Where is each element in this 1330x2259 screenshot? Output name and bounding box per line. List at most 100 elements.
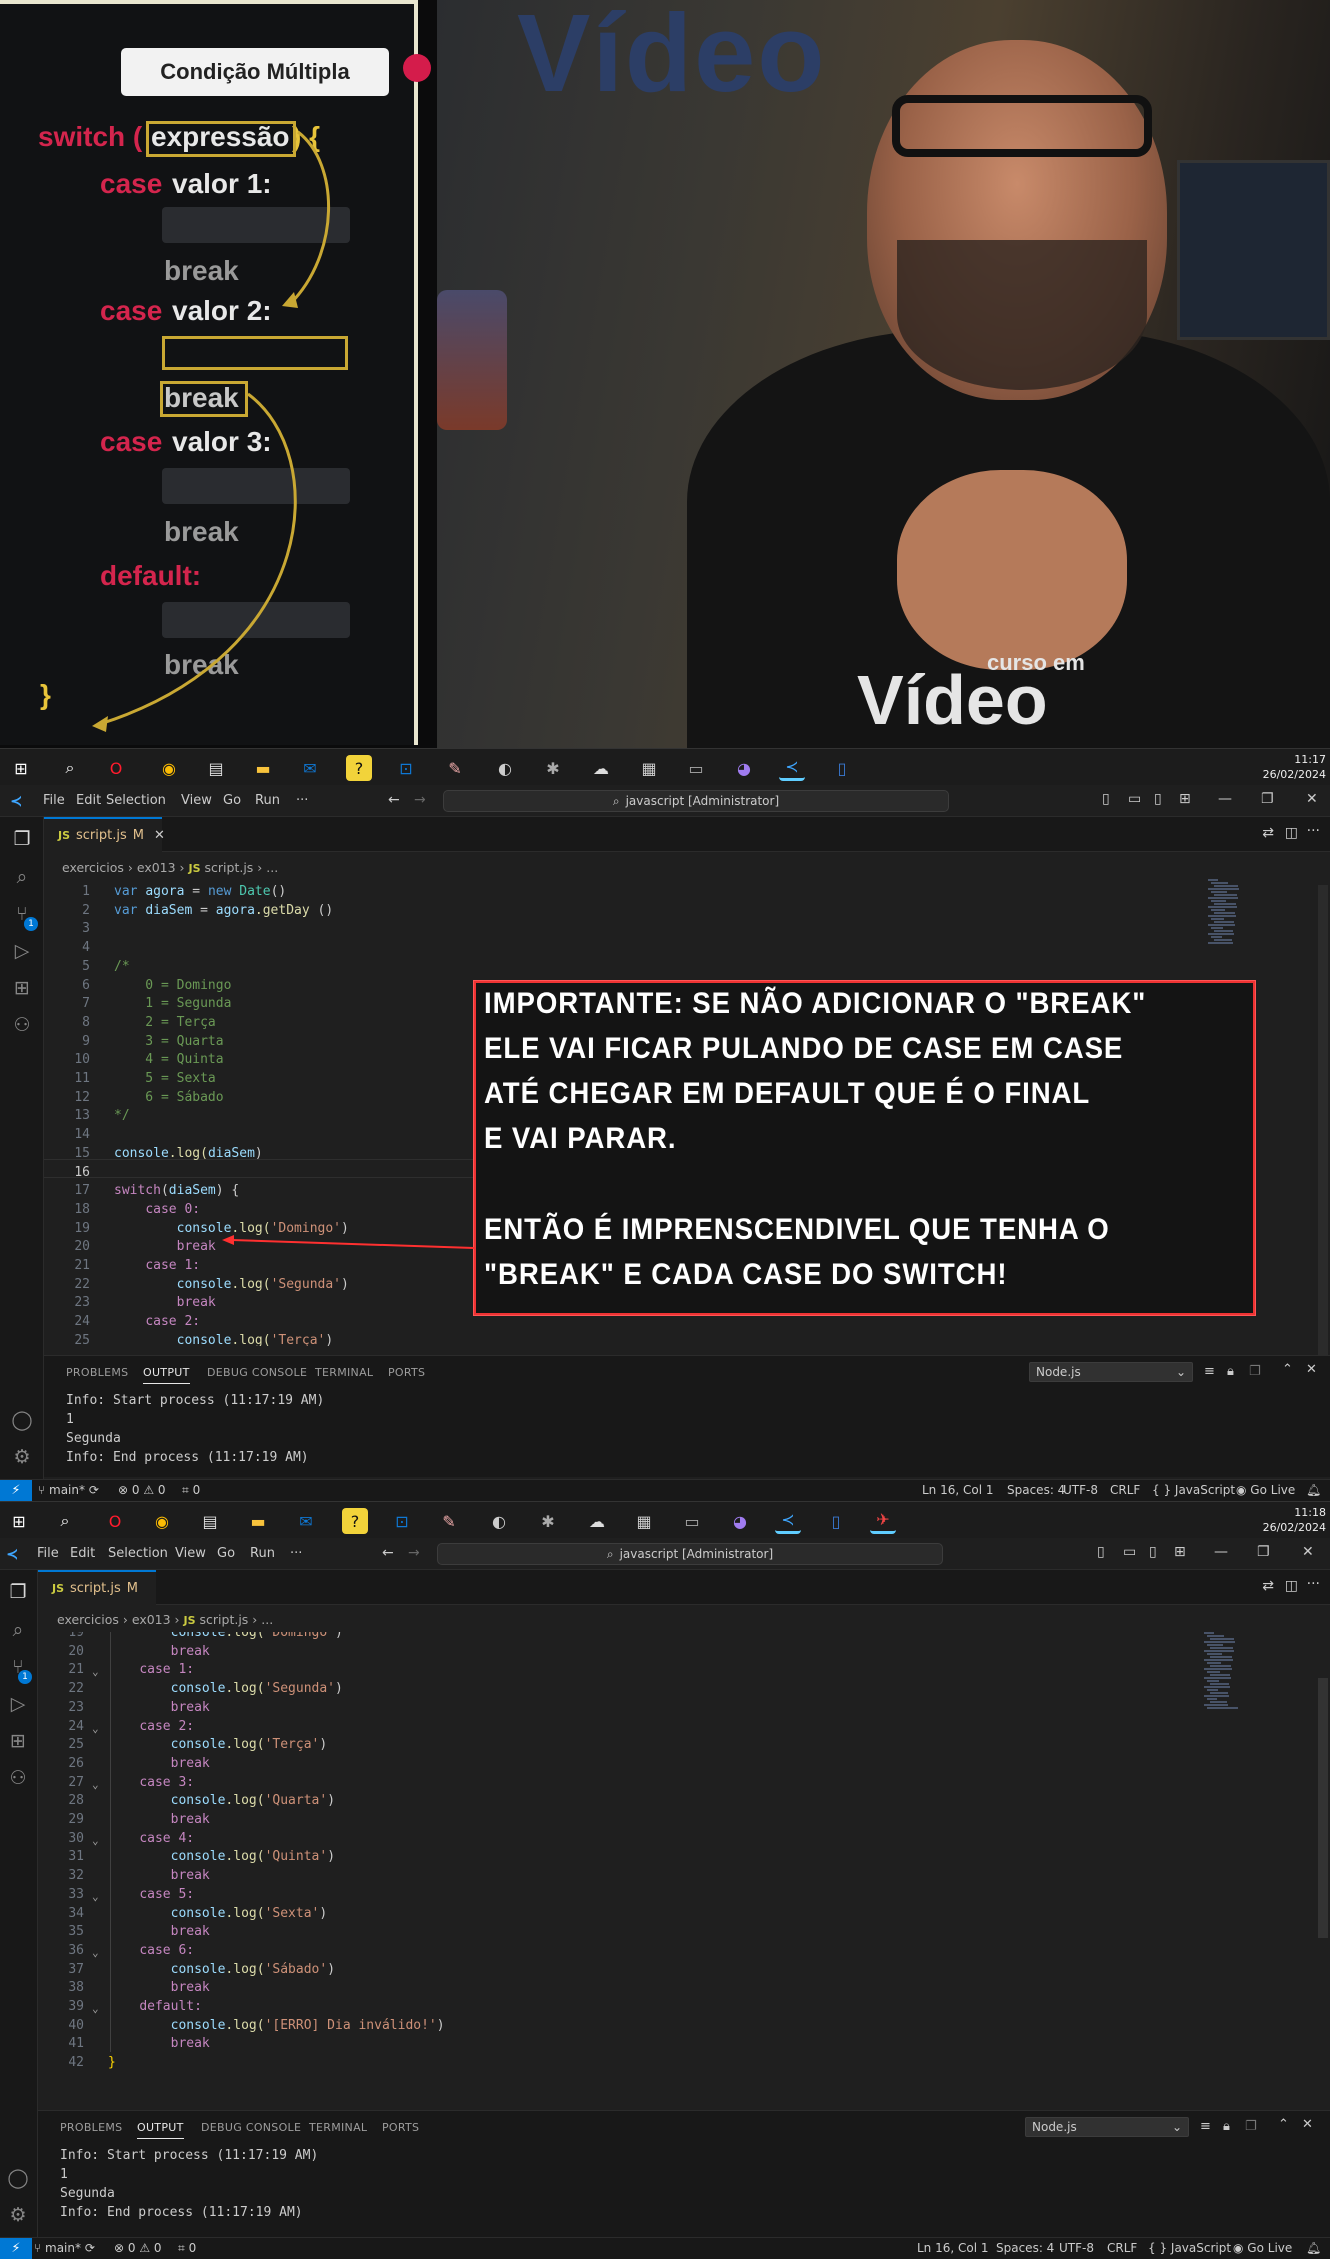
toggle-secondary-sidebar-icon[interactable]: ▯ xyxy=(1154,791,1162,807)
output-channel-select[interactable]: Node.js ⌄ xyxy=(1025,2117,1189,2137)
menu-more[interactable]: ··· xyxy=(290,1546,302,1561)
nav-forward-icon[interactable]: → xyxy=(408,1545,420,1561)
extensions-icon[interactable]: ⊞ xyxy=(6,1729,30,1753)
menu-selection[interactable]: Selection xyxy=(106,793,166,808)
more-actions-icon[interactable]: ··· xyxy=(1307,823,1320,839)
taskbar-app-icon[interactable]: ▤ xyxy=(203,755,229,781)
panel-tab-debug-console[interactable]: DEBUG CONSOLE xyxy=(201,2121,301,2134)
close-panel-icon[interactable]: ✕ xyxy=(1302,2117,1313,2132)
cursor-position[interactable]: Ln 16, Col 1 xyxy=(917,2241,989,2255)
toggle-panel-icon[interactable]: ▭ xyxy=(1123,1544,1136,1560)
go-live-button[interactable]: ◉ Go Live xyxy=(1233,2241,1292,2255)
menu-run[interactable]: Run xyxy=(255,793,280,808)
taskbar-folder-icon[interactable]: ▬ xyxy=(250,755,276,781)
close-window-button[interactable]: ✕ xyxy=(1306,791,1318,807)
taskbar-chrome-icon[interactable]: ◉ xyxy=(156,755,182,781)
taskbar-document-icon[interactable]: ▯ xyxy=(829,755,855,781)
eol-status[interactable]: CRLF xyxy=(1107,2241,1137,2255)
remote-explorer-icon[interactable]: ⚇ xyxy=(10,1013,34,1037)
ports-status[interactable]: ⌗ 0 xyxy=(182,1483,200,1498)
notifications-bell-icon[interactable]: 🔔︎ xyxy=(1306,1483,1321,1497)
tab-script-js[interactable]: JS script.js M ✕ xyxy=(44,817,165,852)
maximize-panel-icon[interactable]: ⌃ xyxy=(1278,2117,1289,2132)
toggle-sidebar-icon[interactable]: ▯ xyxy=(1102,791,1110,807)
restore-button[interactable]: ❐ xyxy=(1257,1544,1270,1560)
remote-indicator-icon[interactable]: ⚡ xyxy=(0,1480,32,1502)
compare-changes-icon[interactable]: ⇄ xyxy=(1262,1578,1274,1594)
split-editor-icon[interactable]: ◫ xyxy=(1285,1578,1298,1594)
lock-scroll-icon[interactable]: 🔒︎ xyxy=(1227,1364,1234,1379)
taskbar-chrome-icon[interactable]: ◉ xyxy=(149,1508,175,1534)
output-channel-select[interactable]: Node.js ⌄ xyxy=(1029,1362,1193,1382)
eol-status[interactable]: CRLF xyxy=(1110,1483,1140,1497)
search-icon[interactable]: ⌕ xyxy=(10,865,34,889)
notifications-bell-icon[interactable]: 🔔︎ xyxy=(1306,2241,1321,2255)
split-editor-icon[interactable]: ◫ xyxy=(1285,825,1298,841)
taskbar-store-icon[interactable]: ⊡ xyxy=(389,1508,415,1534)
breadcrumb-folder[interactable]: exercicios xyxy=(62,860,124,875)
menu-more[interactable]: ··· xyxy=(296,793,308,808)
taskbar-start-icon[interactable]: ⊞ xyxy=(6,1508,32,1534)
fold-chevron-icon[interactable]: ⌄ xyxy=(92,1720,106,1739)
nav-forward-icon[interactable]: → xyxy=(414,792,426,808)
compare-changes-icon[interactable]: ⇄ xyxy=(1262,825,1274,841)
editor-scrollbar[interactable] xyxy=(1318,885,1328,1355)
encoding-status[interactable]: UTF-8 xyxy=(1063,1483,1098,1497)
taskbar-cloud-icon[interactable]: ☁ xyxy=(588,755,614,781)
tab-script-js[interactable]: JS script.js M xyxy=(38,1570,156,1605)
menu-view[interactable]: View xyxy=(181,793,212,808)
taskbar-calculator-icon[interactable]: ▦ xyxy=(631,1508,657,1534)
accounts-icon[interactable]: ◯ xyxy=(10,1408,34,1432)
taskbar-paint-icon[interactable]: ✎ xyxy=(442,755,468,781)
search-icon[interactable]: ⌕ xyxy=(6,1618,30,1642)
menu-go[interactable]: Go xyxy=(217,1546,235,1561)
problems-status[interactable]: ⊗ 0 ⚠ 0 xyxy=(118,1483,166,1497)
manage-gear-icon[interactable]: ⚙ xyxy=(6,2203,30,2227)
panel-tab-debug-console[interactable]: DEBUG CONSOLE xyxy=(207,1366,307,1379)
fold-chevron-icon[interactable]: ⌄ xyxy=(92,1888,106,1907)
menu-edit[interactable]: Edit xyxy=(70,1546,95,1561)
explorer-icon[interactable]: ❐ xyxy=(10,827,34,851)
toggle-secondary-sidebar-icon[interactable]: ▯ xyxy=(1149,1544,1157,1560)
minimap[interactable] xyxy=(1204,1632,1244,1722)
branch-status[interactable]: ⑂ main* ⟳ xyxy=(38,1483,99,1497)
command-center[interactable]: ⌕ javascript [Administrator] xyxy=(443,790,949,812)
taskbar-store-icon[interactable]: ⊡ xyxy=(393,755,419,781)
close-tab-icon[interactable]: ✕ xyxy=(154,828,165,843)
remote-indicator-icon[interactable]: ⚡ xyxy=(0,2238,32,2259)
manage-gear-icon[interactable]: ⚙ xyxy=(10,1445,34,1469)
breadcrumb-file[interactable]: script.js xyxy=(205,860,254,875)
panel-tab-ports[interactable]: PORTS xyxy=(388,1366,425,1379)
nav-back-icon[interactable]: ← xyxy=(388,792,400,808)
taskbar-github-icon[interactable]: ◕ xyxy=(731,755,757,781)
ports-status[interactable]: ⌗ 0 xyxy=(178,2241,196,2256)
code-editor[interactable]: 19 console.log('Domingo') 20 break 21 ⌄ cas… xyxy=(38,1632,1228,2102)
taskbar-debug-app-icon[interactable]: ✈ xyxy=(870,1508,896,1534)
restore-button[interactable]: ❐ xyxy=(1261,791,1274,807)
menu-edit[interactable]: Edit xyxy=(76,793,101,808)
taskbar-app-icon[interactable]: ▤ xyxy=(197,1508,223,1534)
taskbar-github-icon[interactable]: ◕ xyxy=(727,1508,753,1534)
branch-status[interactable]: ⑂ main* ⟳ xyxy=(34,2241,95,2255)
open-log-icon[interactable]: ❐ xyxy=(1245,2119,1257,2134)
language-status[interactable]: { } JavaScript xyxy=(1152,1483,1235,1497)
command-center[interactable]: ⌕ javascript [Administrator] xyxy=(437,1543,943,1565)
fold-chevron-icon[interactable]: ⌄ xyxy=(92,1832,106,1851)
more-actions-icon[interactable]: ··· xyxy=(1307,1576,1320,1592)
taskbar-mail-icon[interactable]: ✉ xyxy=(293,1508,319,1534)
panel-tab-ports[interactable]: PORTS xyxy=(382,2121,419,2134)
taskbar-spider-icon[interactable]: ✱ xyxy=(535,1508,561,1534)
remote-explorer-icon[interactable]: ⚇ xyxy=(6,1766,30,1790)
taskbar-document-icon[interactable]: ▯ xyxy=(823,1508,849,1534)
taskbar-terminal-icon[interactable]: ▭ xyxy=(683,755,709,781)
panel-tab-terminal[interactable]: TERMINAL xyxy=(309,2121,367,2134)
menu-go[interactable]: Go xyxy=(223,793,241,808)
breadcrumb-symbol[interactable]: ... xyxy=(266,860,278,875)
indentation-status[interactable]: Spaces: 4 xyxy=(1007,1483,1065,1497)
accounts-icon[interactable]: ◯ xyxy=(6,2166,30,2190)
taskbar-search-icon[interactable]: ⌕ xyxy=(57,755,83,781)
breadcrumb-symbol[interactable]: ... xyxy=(261,1612,273,1627)
menu-file[interactable]: File xyxy=(43,793,65,808)
fold-chevron-icon[interactable]: ⌄ xyxy=(92,1776,106,1795)
taskbar-obs-icon[interactable]: ◐ xyxy=(492,755,518,781)
